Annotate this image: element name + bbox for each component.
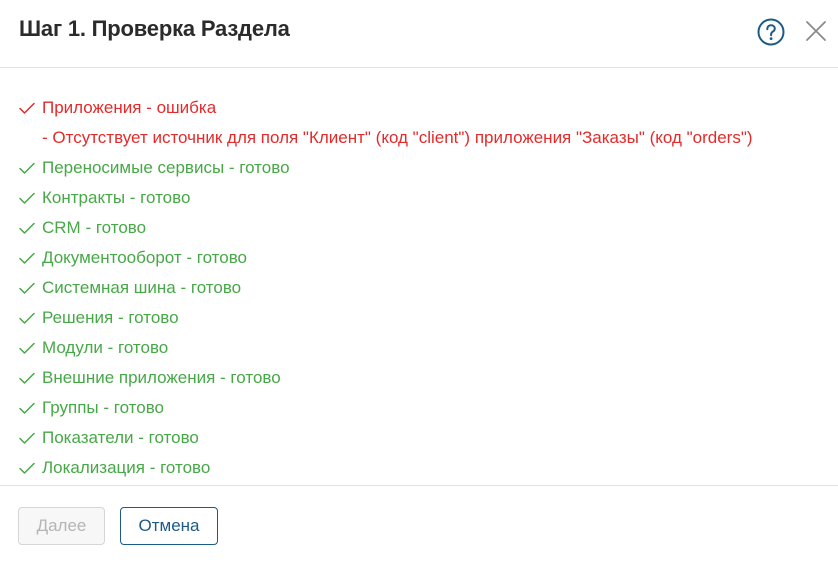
check-label: Переносимые сервисы - готово <box>42 158 290 177</box>
check-item: Модули - готово <box>0 333 838 363</box>
check-icon <box>19 402 35 414</box>
check-label: Локализация - готово <box>42 458 211 477</box>
check-label: Системная шина - готово <box>42 278 242 297</box>
check-item: - Отсутствует источник для поля "Клиент"… <box>0 123 838 153</box>
check-item: Приложения - ошибка <box>0 93 838 123</box>
check-label: Показатели - готово <box>42 428 199 447</box>
check-label: Приложения - ошибка <box>42 98 217 117</box>
check-label: Решения - готово <box>42 308 179 327</box>
check-error-detail: - Отсутствует источник для поля "Клиент"… <box>42 128 753 147</box>
close-button[interactable] <box>804 19 828 43</box>
check-icon <box>19 102 35 114</box>
check-icon <box>19 222 35 234</box>
check-icon <box>19 312 35 324</box>
cancel-button[interactable]: Отмена <box>120 507 218 545</box>
migration-check-dialog: Шаг 1. Проверка Раздела Приложения - оши… <box>0 0 838 564</box>
check-icon <box>19 342 35 354</box>
check-results-list: Приложения - ошибка - Отсутствует источни… <box>0 93 838 483</box>
check-icon <box>19 432 35 444</box>
check-item: Переносимые сервисы - готово <box>0 153 838 183</box>
check-item: Документооборот - готово <box>0 243 838 273</box>
check-icon <box>19 462 35 474</box>
close-x-icon <box>806 21 826 41</box>
check-label: Контракты - готово <box>42 188 191 207</box>
check-icon <box>19 252 35 264</box>
check-label: Модули - готово <box>42 338 169 357</box>
check-icon <box>19 372 35 384</box>
help-button[interactable] <box>757 18 785 46</box>
check-item: Решения - готово <box>0 303 838 333</box>
check-icon <box>19 162 35 174</box>
check-item: Контракты - готово <box>0 183 838 213</box>
check-label: Группы - готово <box>42 398 165 417</box>
question-circle-icon <box>757 18 785 46</box>
check-item: CRM - готово <box>0 213 838 243</box>
check-icon <box>19 282 35 294</box>
dialog-footer: Далее Отмена <box>0 485 838 565</box>
check-label: Внешние приложения - готово <box>42 368 281 387</box>
dialog-title: Шаг 1. Проверка Раздела <box>19 16 290 41</box>
check-label: CRM - готово <box>42 218 147 237</box>
check-item: Внешние приложения - готово <box>0 363 838 393</box>
check-label: Документооборот - готово <box>42 248 248 267</box>
check-item: Системная шина - готово <box>0 273 838 303</box>
next-button[interactable]: Далее <box>18 507 105 545</box>
dialog-header: Шаг 1. Проверка Раздела <box>0 0 838 68</box>
check-item: Группы - готово <box>0 393 838 423</box>
check-item: Показатели - готово <box>0 423 838 453</box>
check-item: Локализация - готово <box>0 453 838 483</box>
check-icon <box>19 192 35 204</box>
